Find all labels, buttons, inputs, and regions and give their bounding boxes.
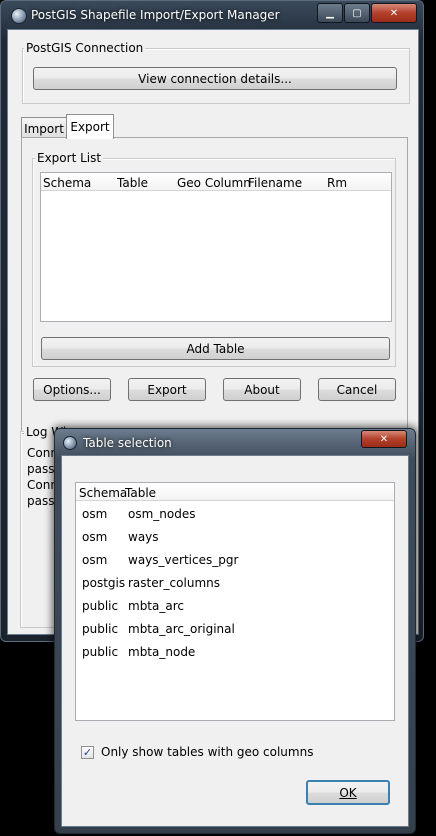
ok-button-label: OK — [339, 785, 357, 800]
cell-table: mbta_arc — [128, 599, 184, 613]
view-connection-details-button[interactable]: View connection details... — [33, 67, 397, 90]
table-row[interactable]: public mbta_arc — [76, 596, 394, 616]
column-header-schema[interactable]: Schema — [79, 486, 127, 500]
globe-icon — [63, 436, 77, 450]
window-title: PostGIS Shapefile Import/Export Manager — [31, 8, 280, 22]
table-row[interactable]: public mbta_arc_original — [76, 619, 394, 639]
column-header-schema[interactable]: Schema — [43, 176, 91, 190]
maximize-icon: ▢ — [352, 7, 362, 19]
postgis-connection-label: PostGIS Connection — [24, 41, 146, 55]
cell-table: osm_nodes — [128, 507, 196, 521]
minimize-button[interactable]: ▁ — [317, 3, 343, 23]
postgis-app-icon — [11, 8, 27, 24]
close-window-button[interactable]: ✕ — [371, 3, 417, 23]
close-icon: ✕ — [389, 7, 399, 19]
tab-export[interactable]: Export — [66, 114, 114, 139]
geo-columns-checkbox-label[interactable]: Only show tables with geo columns — [101, 745, 313, 759]
column-header-table[interactable]: Table — [125, 486, 156, 500]
cell-table: mbta_node — [128, 645, 196, 659]
close-icon: ✕ — [379, 433, 389, 445]
export-list-label: Export List — [35, 151, 104, 165]
cell-schema: public — [82, 622, 119, 636]
cell-schema: public — [82, 599, 119, 613]
column-header-geo-column[interactable]: Geo Column — [177, 176, 251, 190]
dialog-client-area: Schema Table osm osm_nodes osm ways osm … — [61, 455, 409, 827]
table-row[interactable]: public mbta_node — [76, 642, 394, 662]
about-button[interactable]: About — [223, 378, 301, 401]
maximize-button[interactable]: ▢ — [344, 3, 370, 23]
column-header-filename[interactable]: Filename — [248, 176, 302, 190]
cell-table: mbta_arc_original — [128, 622, 235, 636]
cell-table: raster_columns — [128, 576, 220, 590]
cell-schema: public — [82, 645, 119, 659]
table-row[interactable]: osm ways — [76, 527, 394, 547]
options-button[interactable]: Options... — [33, 378, 111, 401]
cell-schema: osm — [82, 507, 108, 521]
checkmark-icon: ✓ — [82, 746, 93, 759]
dialog-title: Table selection — [83, 436, 172, 450]
column-header-table[interactable]: Table — [117, 176, 148, 190]
cell-schema: osm — [82, 530, 108, 544]
export-button[interactable]: Export — [128, 378, 206, 401]
cell-schema: postgis — [82, 576, 126, 590]
minimize-icon: ▁ — [326, 7, 334, 19]
table-row[interactable]: osm ways_vertices_pgr — [76, 550, 394, 570]
table-selection-list[interactable]: Schema Table osm osm_nodes osm ways osm … — [75, 482, 395, 721]
export-list-table[interactable]: Schema Table Geo Column Filename Rm — [40, 172, 392, 322]
table-row[interactable]: postgis raster_columns — [76, 573, 394, 593]
table-row[interactable]: osm osm_nodes — [76, 504, 394, 524]
cell-schema: osm — [82, 553, 108, 567]
add-table-button[interactable]: Add Table — [41, 337, 390, 360]
cell-table: ways — [128, 530, 159, 544]
table-selection-dialog: Table selection ✕ Schema Table osm osm_n… — [54, 428, 416, 834]
dialog-close-button[interactable]: ✕ — [361, 430, 407, 448]
column-header-rm[interactable]: Rm — [327, 176, 347, 190]
ok-button[interactable]: OK — [306, 780, 390, 805]
cell-table: ways_vertices_pgr — [128, 553, 239, 567]
geo-columns-checkbox[interactable]: ✓ — [81, 746, 94, 759]
cancel-button[interactable]: Cancel — [318, 378, 396, 401]
